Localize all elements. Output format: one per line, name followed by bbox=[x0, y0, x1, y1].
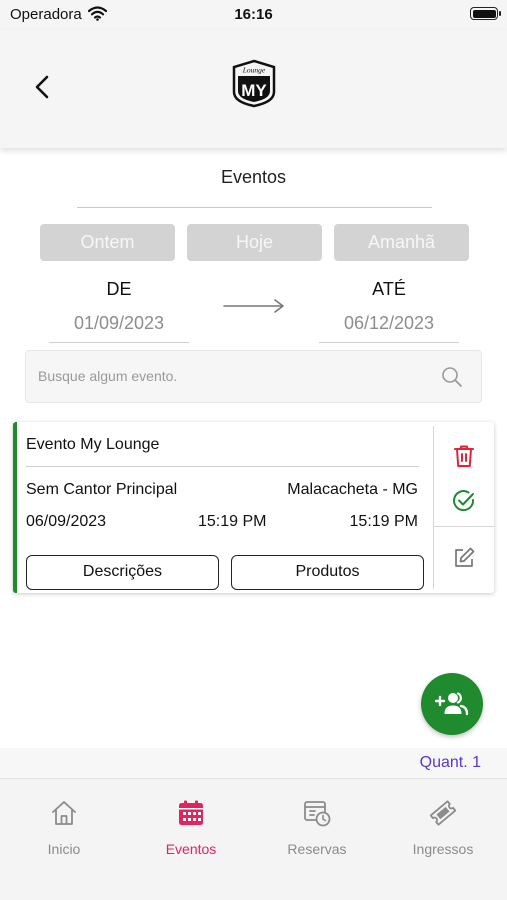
tab-label-reservas: Reservas bbox=[287, 841, 347, 857]
card-divider bbox=[26, 466, 419, 467]
search-input[interactable] bbox=[38, 368, 428, 384]
add-guests-button[interactable] bbox=[421, 673, 483, 735]
today-filter-button[interactable]: Hoje bbox=[187, 224, 322, 261]
calendar-icon bbox=[136, 799, 246, 829]
tab-bar: Inicio Eventos Reservas Ingressos bbox=[0, 778, 507, 900]
tab-inicio[interactable]: Inicio bbox=[9, 799, 119, 857]
descriptions-button[interactable]: Descrições bbox=[26, 555, 219, 590]
actions-divider bbox=[434, 526, 495, 527]
from-date-label: DE bbox=[106, 279, 132, 299]
arrow-right-icon bbox=[222, 297, 286, 320]
app-header: Lounge MY bbox=[0, 30, 507, 148]
event-name: Evento My Lounge bbox=[26, 436, 160, 453]
quantity-label: Quant. 1 bbox=[419, 754, 481, 771]
tab-ingressos[interactable]: Ingressos bbox=[388, 799, 498, 857]
svg-text:Lounge: Lounge bbox=[242, 66, 266, 75]
tab-label-eventos: Eventos bbox=[165, 841, 217, 857]
edit-icon[interactable] bbox=[452, 546, 476, 575]
quantity-strip: Quant. 1 bbox=[0, 748, 507, 778]
search-icon[interactable] bbox=[441, 366, 463, 393]
add-group-icon bbox=[435, 692, 469, 716]
tab-label-ingressos: Ingressos bbox=[412, 841, 474, 857]
check-circle-icon[interactable] bbox=[452, 489, 476, 518]
to-date-label: ATÉ bbox=[372, 279, 406, 299]
event-singer: Sem Cantor Principal bbox=[26, 481, 178, 498]
home-icon bbox=[9, 799, 119, 829]
from-date-field[interactable]: 01/09/2023 bbox=[49, 313, 189, 343]
chevron-left-icon bbox=[35, 75, 49, 99]
event-city: Malacacheta - MG bbox=[287, 481, 418, 498]
reservation-clock-icon bbox=[262, 799, 372, 829]
search-box bbox=[25, 350, 482, 403]
back-button[interactable] bbox=[28, 70, 58, 104]
title-divider bbox=[77, 207, 432, 208]
battery-icon bbox=[470, 7, 501, 20]
status-bar: Operadora 16:16 bbox=[0, 0, 507, 30]
status-time: 16:16 bbox=[234, 6, 273, 23]
tab-reservas[interactable]: Reservas bbox=[262, 799, 372, 857]
event-card: Evento My Lounge Sem Cantor Principal Ma… bbox=[13, 422, 495, 593]
tab-label-inicio: Inicio bbox=[47, 841, 81, 857]
page-title: Eventos bbox=[220, 167, 287, 187]
trash-icon[interactable] bbox=[453, 444, 475, 473]
ticket-icon bbox=[388, 799, 498, 829]
svg-text:MY: MY bbox=[241, 81, 267, 100]
event-start-time: 15:19 PM bbox=[198, 513, 267, 530]
my-lounge-logo: Lounge MY bbox=[229, 58, 279, 108]
event-date: 06/09/2023 bbox=[26, 513, 107, 530]
products-button[interactable]: Produtos bbox=[231, 555, 424, 590]
event-end-time: 15:19 PM bbox=[349, 513, 418, 530]
tab-eventos[interactable]: Eventos bbox=[136, 799, 246, 857]
event-actions bbox=[433, 426, 495, 589]
tomorrow-filter-button[interactable]: Amanhã bbox=[334, 224, 469, 261]
yesterday-filter-button[interactable]: Ontem bbox=[40, 224, 175, 261]
to-date-field[interactable]: 06/12/2023 bbox=[319, 313, 459, 343]
